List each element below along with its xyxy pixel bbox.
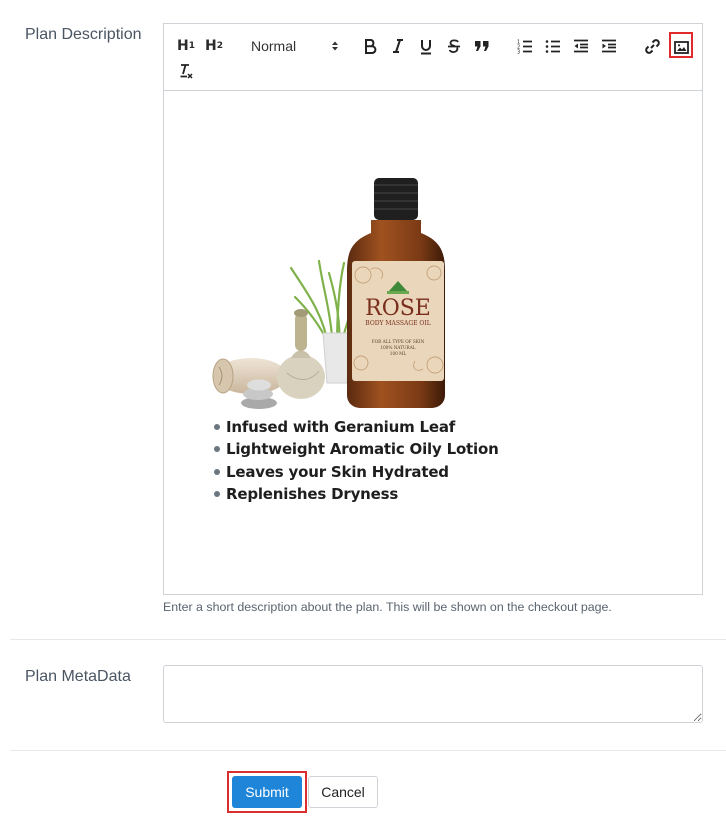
section-divider xyxy=(10,639,726,640)
outdent-icon[interactable] xyxy=(572,35,590,57)
cancel-button[interactable]: Cancel xyxy=(308,776,378,808)
plan-description-label: Plan Description xyxy=(25,26,142,43)
submit-button[interactable]: Submit xyxy=(232,776,302,808)
list-item: Leaves your Skin Hydrated xyxy=(212,461,499,483)
product-label-line3: 100 ML xyxy=(390,351,407,356)
list-item: Replenishes Dryness xyxy=(212,483,499,505)
heading-2-sub: 2 xyxy=(216,41,223,51)
product-subtitle: BODY MASSAGE OIL xyxy=(365,320,430,327)
format-select-value: Normal xyxy=(251,38,297,54)
strikethrough-icon[interactable] xyxy=(446,35,462,57)
product-label-line2: 100% NATURAL xyxy=(380,345,415,350)
section-divider xyxy=(10,750,726,751)
product-brand: ROSE xyxy=(365,296,431,321)
link-icon[interactable] xyxy=(643,35,661,57)
image-icon[interactable] xyxy=(673,36,689,58)
list-item: Infused with Geranium Leaf xyxy=(212,416,499,438)
product-image: ROSE BODY MASSAGE OIL FOR ALL TYPE OF SK… xyxy=(212,178,445,409)
heading-1-sub: 1 xyxy=(188,41,195,51)
format-select[interactable]: Normal xyxy=(251,35,339,57)
editor-toolbar: H1 H2 Normal 123 xyxy=(163,23,703,91)
select-arrows-icon xyxy=(332,41,338,51)
bold-icon[interactable] xyxy=(362,35,378,57)
italic-icon[interactable] xyxy=(390,35,406,57)
heading-2-button[interactable]: H2 xyxy=(205,35,223,57)
ordered-list-icon[interactable]: 123 xyxy=(516,35,534,57)
bullet-list-icon[interactable] xyxy=(544,35,562,57)
plan-metadata-input[interactable] xyxy=(163,665,703,723)
editor-content[interactable]: ROSE BODY MASSAGE OIL FOR ALL TYPE OF SK… xyxy=(163,90,703,595)
feature-list: Infused with Geranium Leaf Lightweight A… xyxy=(212,416,499,505)
plan-metadata-label: Plan MetaData xyxy=(25,668,131,685)
heading-1-button[interactable]: H1 xyxy=(177,35,195,57)
product-label-line1: FOR ALL TYPE OF SKIN xyxy=(372,339,425,344)
description-help-text: Enter a short description about the plan… xyxy=(163,600,612,614)
svg-text:3: 3 xyxy=(517,49,520,54)
heading-2-label: H xyxy=(205,38,217,54)
clear-format-icon[interactable] xyxy=(178,60,194,82)
heading-1-label: H xyxy=(177,38,189,54)
indent-icon[interactable] xyxy=(600,35,618,57)
blockquote-icon[interactable] xyxy=(474,35,490,57)
list-item: Lightweight Aromatic Oily Lotion xyxy=(212,438,499,460)
underline-icon[interactable] xyxy=(418,35,434,57)
